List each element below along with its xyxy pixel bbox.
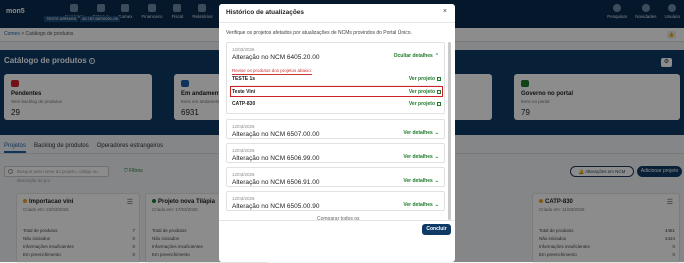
- conclude-button[interactable]: Concluir: [422, 224, 451, 235]
- affected-project-row: CATP-830 Ver projeto: [232, 100, 441, 109]
- project-name: CATP-830: [232, 101, 256, 107]
- show-details-button[interactable]: Ver detalhes ⌄: [403, 154, 439, 160]
- external-link-icon: [437, 76, 441, 81]
- update-heading: Alteração no NCM 6405.20.00: [232, 54, 320, 61]
- project-name: TESTE 1s: [232, 76, 256, 82]
- view-project-link[interactable]: Ver projeto: [409, 76, 441, 82]
- modal-description: Verifique os projetos afetados por atual…: [226, 30, 412, 36]
- update-list[interactable]: 12/03/2026 Alteração no NCM 6405.20.00 O…: [226, 42, 446, 226]
- view-project-link[interactable]: Ver projeto: [409, 101, 441, 107]
- compare-all-link[interactable]: Comparar todos os: [317, 216, 360, 222]
- update-item: 12/03/2026 Alteração no NCM 6506.91.00 V…: [226, 167, 445, 187]
- affected-project-row: Teste Vini Ver projeto: [232, 88, 441, 97]
- show-details-button[interactable]: Ver detalhes ⌄: [403, 202, 439, 208]
- view-project-link[interactable]: Ver projeto: [409, 89, 441, 95]
- chevron-down-icon: ⌄: [434, 202, 439, 208]
- show-details-button[interactable]: Ver detalhes ⌄: [403, 130, 439, 136]
- show-details-button[interactable]: Ver detalhes ⌄: [403, 178, 439, 184]
- external-link-icon: [437, 89, 441, 94]
- review-note: Revise os produtos dos projetos abaixo:: [232, 68, 313, 75]
- update-date: 12/03/2026: [232, 172, 255, 177]
- update-item: 12/03/2026 Alteração no NCM 6506.99.00 V…: [226, 143, 445, 163]
- update-item: 12/03/2026 Alteração no NCM 6505.00.90 V…: [226, 191, 445, 211]
- update-date: 12/03/2026: [232, 124, 255, 129]
- affected-project-row: TESTE 1s Ver projeto: [232, 75, 441, 84]
- update-item: 12/03/2026 Alteração no NCM 6507.00.00 V…: [226, 119, 445, 139]
- project-name: Teste Vini: [232, 89, 256, 95]
- update-history-modal: Histórico de atualizações × Verifique os…: [219, 4, 455, 262]
- chevron-down-icon: ⌄: [434, 178, 439, 184]
- update-heading: Alteração no NCM 6506.99.00: [232, 155, 320, 162]
- update-date: 12/03/2026: [232, 196, 255, 201]
- hide-details-button[interactable]: Ocultar detalhes ⌃: [394, 53, 439, 59]
- update-item: 12/03/2026 Alteração no NCM 6405.20.00 O…: [226, 42, 445, 114]
- chevron-down-icon: ⌄: [434, 154, 439, 160]
- update-heading: Alteração no NCM 6507.00.00: [232, 131, 320, 138]
- update-date: 12/03/2026: [232, 148, 255, 153]
- divider: [219, 22, 455, 23]
- chevron-up-icon: ⌃: [434, 53, 439, 59]
- scrollbar-thumb[interactable]: [448, 42, 451, 220]
- update-heading: Alteração no NCM 6506.91.00: [232, 179, 320, 186]
- update-date: 12/03/2026: [232, 47, 255, 52]
- modal-title: Histórico de atualizações: [226, 9, 305, 16]
- update-heading: Alteração no NCM 6505.00.90: [232, 203, 320, 210]
- external-link-icon: [437, 101, 441, 106]
- close-icon[interactable]: ×: [443, 8, 447, 15]
- divider: [219, 220, 455, 221]
- chevron-down-icon: ⌄: [434, 130, 439, 136]
